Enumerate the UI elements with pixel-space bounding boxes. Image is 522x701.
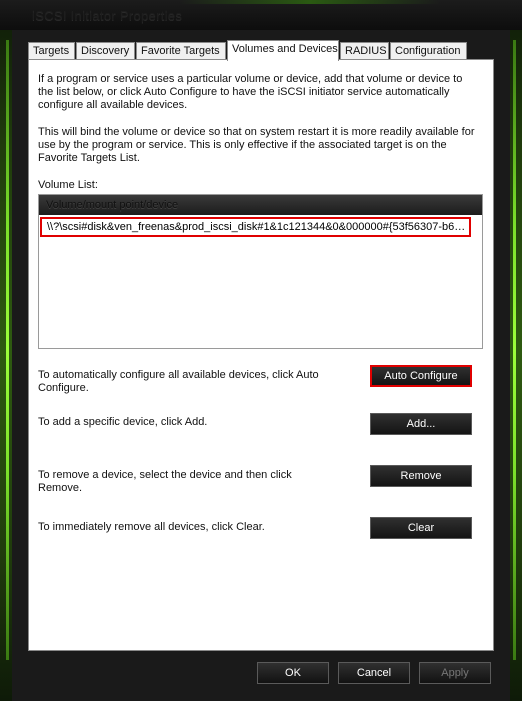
clear-description: To immediately remove all devices, click… xyxy=(38,521,265,533)
title-bar[interactable]: iSCSI Initiator Properties xyxy=(0,0,522,30)
tab-discovery[interactable]: Discovery xyxy=(76,42,135,59)
clear-button[interactable]: Clear xyxy=(370,517,472,539)
frame-right-edge xyxy=(510,0,522,701)
ok-button[interactable]: OK xyxy=(257,662,329,684)
volume-list[interactable]: Volume/mount point/device \\?\scsi#disk&… xyxy=(38,194,483,349)
tab-configuration[interactable]: Configuration xyxy=(390,42,467,59)
cancel-button[interactable]: Cancel xyxy=(338,662,410,684)
intro-paragraph-1: If a program or service uses a particula… xyxy=(38,73,463,111)
tab-targets[interactable]: Targets xyxy=(28,42,75,59)
volume-list-header[interactable]: Volume/mount point/device xyxy=(39,195,482,215)
title-bar-glow xyxy=(180,0,440,4)
add-description: To add a specific device, click Add. xyxy=(38,416,208,428)
tab-radius[interactable]: RADIUS xyxy=(340,42,389,59)
auto-configure-description: To automatically configure all available… xyxy=(38,369,319,394)
tab-favorite-targets[interactable]: Favorite Targets xyxy=(136,42,226,59)
column-header-volume: Volume/mount point/device xyxy=(46,199,179,211)
volume-list-item[interactable]: \\?\scsi#disk&ven_freenas&prod_iscsi_dis… xyxy=(40,217,471,237)
auto-configure-button[interactable]: Auto Configure xyxy=(370,365,472,387)
volume-list-label: Volume List: xyxy=(38,179,98,191)
window-title: iSCSI Initiator Properties xyxy=(32,8,183,23)
frame-left-edge xyxy=(0,0,12,701)
remove-button[interactable]: Remove xyxy=(370,465,472,487)
add-button[interactable]: Add... xyxy=(370,413,472,435)
intro-paragraph-2: This will bind the volume or device so t… xyxy=(38,126,475,164)
apply-button[interactable]: Apply xyxy=(419,662,491,684)
dialog-window: iSCSI Initiator Properties Targets Disco… xyxy=(0,0,522,701)
remove-description: To remove a device, select the device an… xyxy=(38,469,292,494)
tab-volumes-and-devices[interactable]: Volumes and Devices xyxy=(227,40,339,61)
volumes-devices-panel: If a program or service uses a particula… xyxy=(28,59,494,651)
